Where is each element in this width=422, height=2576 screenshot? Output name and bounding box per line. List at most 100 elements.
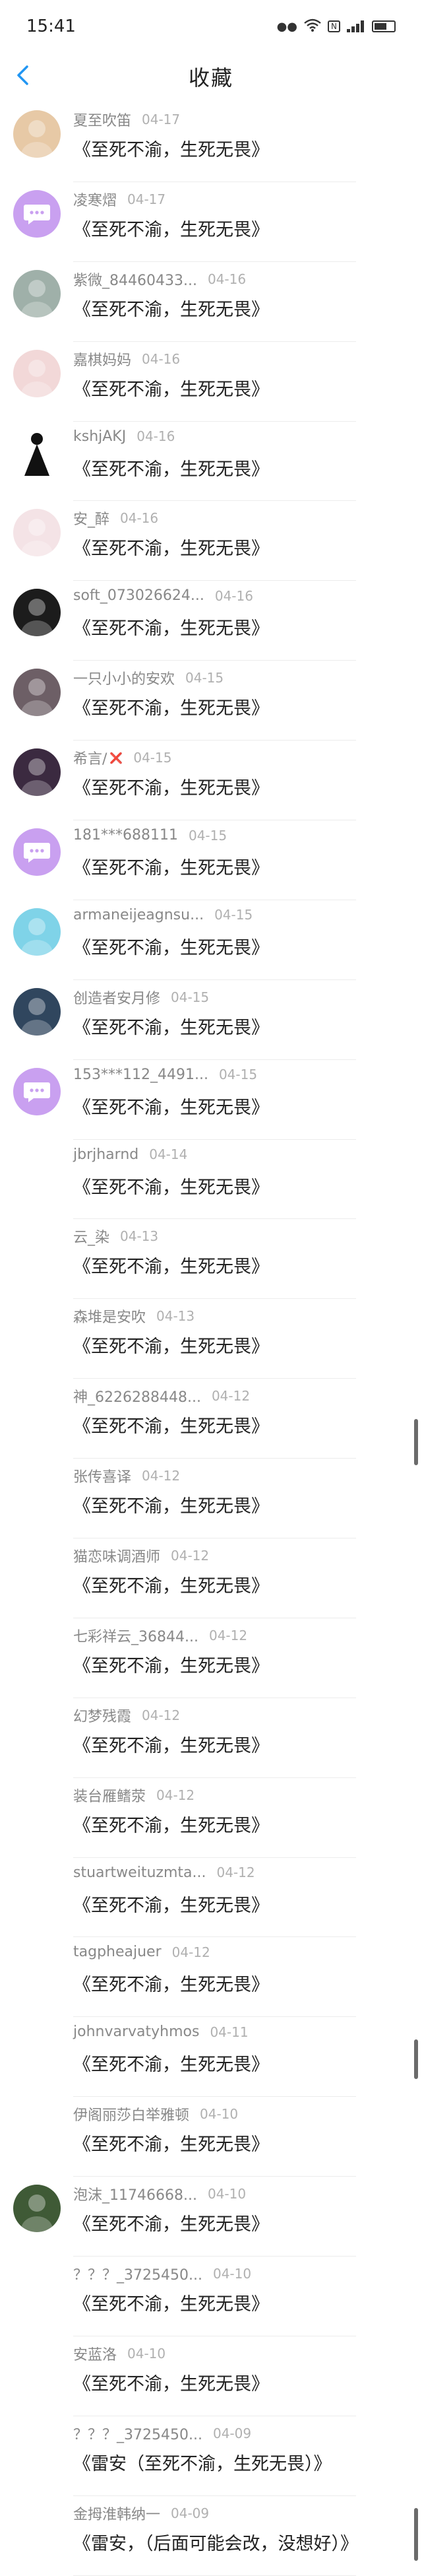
- avatar[interactable]: [13, 589, 61, 637]
- avatar[interactable]: [13, 669, 61, 717]
- list-item[interactable]: 幻梦残霞 04-12 《至死不渝，生死无畏》: [0, 1698, 422, 1778]
- user-name[interactable]: 安_醉: [73, 508, 109, 529]
- list-item[interactable]: kshjAKJ 04-16 《至死不渝，生死无畏》: [0, 422, 422, 502]
- item-comment: 《至死不渝，生死无畏》: [73, 778, 269, 799]
- list-item[interactable]: 181***688111 04-15 《至死不渝，生死无畏》: [0, 820, 422, 900]
- avatar[interactable]: [13, 189, 61, 238]
- list-item[interactable]: 金拇淮韩纳一 04-09 《雷安，（后面可能会改，没想好）》: [0, 2496, 422, 2576]
- list-item[interactable]: 七彩祥云_36844... 04-12 《至死不渝，生死无畏》: [0, 1618, 422, 1698]
- list-item[interactable]: 安蓝洛 04-10 《至死不渝，生死无畏》: [0, 2336, 422, 2416]
- user-name[interactable]: 幻梦残霞: [73, 1705, 131, 1726]
- list-item[interactable]: 装台雁鳍荥 04-12 《至死不渝，生死无畏》: [0, 1778, 422, 1858]
- avatar[interactable]: [13, 429, 61, 477]
- item-comment: 《至死不渝，生死无畏》: [73, 1655, 269, 1676]
- item-meta: 夏至吹笛 04-17: [73, 109, 180, 130]
- list-item[interactable]: johnvarvatyhmos 04-11 《至死不渝，生死无畏》: [0, 2017, 422, 2097]
- back-button[interactable]: [9, 63, 36, 90]
- item-date: 04-15: [133, 750, 172, 766]
- avatar[interactable]: [13, 349, 61, 397]
- scroll-indicator[interactable]: [414, 2508, 418, 2561]
- battery-icon: [372, 20, 396, 32]
- list-item[interactable]: 安_醉 04-16 《至死不渝，生死无畏》: [0, 501, 422, 581]
- list-item[interactable]: 张传喜译 04-12 《至死不渝，生死无畏》: [0, 1459, 422, 1539]
- user-name[interactable]: 装台雁鳍荥: [73, 1785, 146, 1806]
- user-name[interactable]: 181***688111: [73, 827, 178, 843]
- list-item[interactable]: 凌寒熠 04-17 《至死不渝，生死无畏》: [0, 182, 422, 262]
- item-date: 04-17: [142, 112, 181, 127]
- list-item[interactable]: 神_6226288448... 04-12 《至死不渝，生死无畏》: [0, 1379, 422, 1459]
- list-item[interactable]: ？？？_3725450... 04-09 《雷安（至死不渝，生死无畏）》: [0, 2416, 422, 2496]
- item-meta: 张传喜译 04-12: [73, 1465, 180, 1486]
- list-item[interactable]: 希言/❌ 04-15 《至死不渝，生死无畏》: [0, 741, 422, 821]
- item-comment: 《至死不渝，生死无畏》: [73, 1735, 269, 1756]
- item-meta: 金拇淮韩纳一 04-09: [73, 2503, 209, 2524]
- item-date: 04-12: [142, 1468, 181, 1484]
- user-name[interactable]: 紫微_84460433...: [73, 269, 197, 290]
- user-name[interactable]: ？？？_3725450...: [73, 2263, 202, 2284]
- user-name[interactable]: 云_染: [73, 1226, 109, 1247]
- user-name[interactable]: tagpheajuer: [73, 1944, 162, 1960]
- item-meta: 创造者安月修 04-15: [73, 987, 209, 1008]
- avatar[interactable]: [13, 987, 61, 1036]
- list-item[interactable]: 云_染 04-13 《至死不渝，生死无畏》: [0, 1219, 422, 1300]
- list-item[interactable]: 一只小小的安欢 04-15 《至死不渝，生死无畏》: [0, 661, 422, 741]
- user-name[interactable]: 安蓝洛: [73, 2343, 117, 2364]
- item-meta: stuartweituzmta... 04-12: [73, 1865, 255, 1881]
- user-name[interactable]: armaneijeagnsu...: [73, 907, 204, 923]
- user-name[interactable]: stuartweituzmta...: [73, 1865, 206, 1881]
- user-name[interactable]: kshjAKJ: [73, 428, 126, 445]
- item-meta: armaneijeagnsu... 04-15: [73, 907, 253, 923]
- list-item[interactable]: ？？？_3725450... 04-10 《至死不渝，生死无畏》: [0, 2257, 422, 2336]
- item-date: 04-12: [171, 1548, 210, 1564]
- list-item[interactable]: 153***112_4491... 04-15 《至死不渝，生死无畏》: [0, 1060, 422, 1140]
- user-name[interactable]: 一只小小的安欢: [73, 667, 175, 688]
- user-name[interactable]: johnvarvatyhmos: [73, 2024, 199, 2040]
- avatar[interactable]: [13, 1067, 61, 1115]
- list-item[interactable]: 猫恋味调酒师 04-12 《至死不渝，生死无畏》: [0, 1538, 422, 1618]
- item-date: 04-10: [200, 2106, 239, 2123]
- list-item[interactable]: tagpheajuer 04-12 《至死不渝，生死无畏》: [0, 1937, 422, 2018]
- user-name[interactable]: 153***112_4491...: [73, 1067, 208, 1083]
- user-name[interactable]: 夏至吹笛: [73, 109, 131, 130]
- avatar[interactable]: [13, 2185, 61, 2233]
- user-name[interactable]: 伊阁丽莎白举雅顿: [73, 2103, 189, 2125]
- list-item[interactable]: soft_073026624... 04-16 《至死不渝，生死无畏》: [0, 581, 422, 661]
- avatar[interactable]: [13, 908, 61, 956]
- list-item[interactable]: 嘉棋妈妈 04-16 《至死不渝，生死无畏》: [0, 342, 422, 422]
- user-name[interactable]: 凌寒熠: [73, 189, 117, 210]
- user-name[interactable]: 张传喜译: [73, 1465, 131, 1486]
- user-name[interactable]: ？？？_3725450...: [73, 2423, 202, 2444]
- avatar[interactable]: [13, 110, 61, 158]
- user-name[interactable]: 七彩祥云_36844...: [73, 1625, 198, 1646]
- avatar[interactable]: [13, 748, 61, 797]
- avatar[interactable]: [13, 509, 61, 557]
- list-item[interactable]: armaneijeagnsu... 04-15 《至死不渝，生死无畏》: [0, 900, 422, 980]
- item-date: 04-15: [218, 1067, 258, 1083]
- list-item[interactable]: 创造者安月修 04-15 《至死不渝，生死无畏》: [0, 980, 422, 1060]
- list-item[interactable]: 夏至吹笛 04-17 《至死不渝，生死无畏》: [0, 102, 422, 182]
- scroll-indicator[interactable]: [414, 2039, 418, 2079]
- user-name[interactable]: 创造者安月修: [73, 987, 160, 1008]
- list-item[interactable]: 紫微_84460433... 04-16 《至死不渝，生死无畏》: [0, 262, 422, 342]
- avatar[interactable]: [13, 269, 61, 317]
- list-item[interactable]: 森堆是安吹 04-13 《至死不渝，生死无畏》: [0, 1299, 422, 1379]
- list-item[interactable]: 伊阁丽莎白举雅顿 04-10 《至死不渝，生死无畏》: [0, 2097, 422, 2177]
- user-name[interactable]: 嘉棋妈妈: [73, 348, 131, 370]
- user-name[interactable]: jbrjharnd: [73, 1146, 138, 1163]
- user-name[interactable]: 森堆是安吹: [73, 1305, 146, 1327]
- user-name[interactable]: 金拇淮韩纳一: [73, 2503, 160, 2524]
- scroll-indicator[interactable]: [414, 1419, 418, 1465]
- item-date: 04-15: [171, 989, 210, 1005]
- item-meta: 神_6226288448... 04-12: [73, 1385, 250, 1406]
- user-name[interactable]: 希言/: [73, 747, 107, 768]
- user-name[interactable]: soft_073026624...: [73, 587, 204, 604]
- list-item[interactable]: jbrjharnd 04-14 《至死不渝，生死无畏》: [0, 1140, 422, 1220]
- list-item[interactable]: stuartweituzmta... 04-12 《至死不渝，生死无畏》: [0, 1858, 422, 1938]
- user-name[interactable]: 泡沫_11746668...: [73, 2183, 197, 2204]
- avatar[interactable]: [13, 828, 61, 876]
- item-comment: 《至死不渝，生死无畏》: [73, 299, 269, 320]
- item-meta: 嘉棋妈妈 04-16: [73, 348, 180, 370]
- user-name[interactable]: 神_6226288448...: [73, 1385, 201, 1406]
- user-name[interactable]: 猫恋味调酒师: [73, 1545, 160, 1566]
- list-item[interactable]: 泡沫_11746668... 04-10 《至死不渝，生死无畏》: [0, 2177, 422, 2257]
